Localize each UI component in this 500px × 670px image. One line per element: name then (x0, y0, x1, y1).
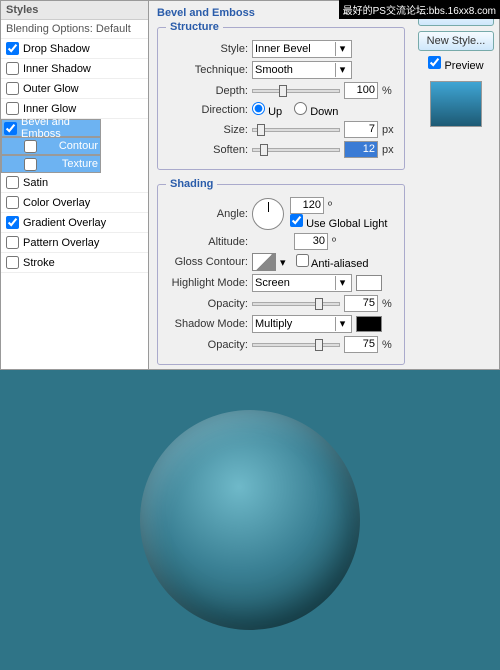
angle-input[interactable]: 120 (290, 197, 324, 214)
sidebar-item-label: Pattern Overlay (23, 237, 99, 249)
direction-up-radio[interactable]: Up (252, 102, 282, 118)
sidebar-item-gradient-overlay[interactable]: Gradient Overlay (1, 213, 148, 233)
style-checkbox[interactable] (6, 236, 19, 249)
style-checkbox[interactable] (6, 82, 19, 95)
size-slider[interactable] (252, 128, 340, 132)
depth-label: Depth: (166, 85, 248, 97)
style-checkbox[interactable] (6, 256, 19, 269)
style-checkbox[interactable] (6, 42, 19, 55)
shadow-mode-label: Shadow Mode: (166, 318, 248, 330)
soften-label: Soften: (166, 144, 248, 156)
sidebar-item-label: Drop Shadow (23, 43, 90, 55)
highlight-mode-select[interactable]: Screen▾ (252, 274, 352, 292)
sidebar-item-label: Stroke (23, 257, 55, 269)
style-checkbox[interactable] (6, 176, 19, 189)
sidebar-item-label: Texture (62, 158, 98, 170)
sidebar-item-outer-glow[interactable]: Outer Glow (1, 79, 148, 99)
sidebar-item-label: Inner Glow (23, 103, 76, 115)
highlight-opacity-input[interactable]: 75 (344, 295, 378, 312)
size-label: Size: (166, 124, 248, 136)
style-checkbox[interactable] (24, 158, 37, 171)
sidebar-item-label: Color Overlay (23, 197, 90, 209)
layer-style-dialog: Styles Blending Options: Default Drop Sh… (0, 0, 500, 370)
highlight-opacity-label: Opacity: (166, 298, 248, 310)
shadow-mode-select[interactable]: Multiply▾ (252, 315, 352, 333)
rendered-sphere (140, 410, 360, 630)
soften-unit: px (382, 144, 396, 156)
sidebar-item-drop-shadow[interactable]: Drop Shadow (1, 39, 148, 59)
preview-checkbox[interactable]: Preview (428, 56, 483, 72)
depth-unit: % (382, 85, 396, 97)
sidebar-item-stroke[interactable]: Stroke (1, 253, 148, 273)
sidebar-item-pattern-overlay[interactable]: Pattern Overlay (1, 233, 148, 253)
size-input[interactable]: 7 (344, 121, 378, 138)
sidebar-item-label: Inner Shadow (23, 63, 91, 75)
soften-input[interactable]: 12 (344, 141, 378, 158)
sidebar-item-color-overlay[interactable]: Color Overlay (1, 193, 148, 213)
preview-swatch (430, 81, 482, 127)
direction-down-radio[interactable]: Down (294, 102, 338, 118)
sidebar-item-inner-shadow[interactable]: Inner Shadow (1, 59, 148, 79)
shading-group: Shading Angle: 120 º Use Global Light Al… (157, 178, 405, 365)
sidebar-item-texture[interactable]: Texture (1, 155, 101, 173)
sidebar-item-bevel-and-emboss[interactable]: Bevel and Emboss (1, 119, 101, 137)
highlight-color-swatch[interactable] (356, 275, 382, 291)
altitude-label: Altitude: (166, 236, 248, 248)
new-style-button[interactable]: New Style... (418, 31, 494, 51)
highlight-mode-label: Highlight Mode: (166, 277, 248, 289)
technique-label: Technique: (166, 64, 248, 76)
sidebar-item-label: Gradient Overlay (23, 217, 106, 229)
chevron-down-icon: ▾ (335, 276, 349, 290)
style-checkbox[interactable] (6, 102, 19, 115)
chevron-down-icon: ▾ (335, 42, 349, 56)
style-select[interactable]: Inner Bevel▾ (252, 40, 352, 58)
use-global-light-checkbox[interactable]: Use Global Light (290, 218, 387, 230)
chevron-down-icon[interactable]: ▾ (280, 256, 286, 269)
sidebar-item-label: Contour (59, 140, 98, 152)
style-checkbox[interactable] (4, 122, 17, 135)
shadow-color-swatch[interactable] (356, 316, 382, 332)
chevron-down-icon: ▾ (335, 317, 349, 331)
anti-aliased-checkbox[interactable]: Anti-aliased (296, 254, 369, 270)
style-checkbox[interactable] (6, 216, 19, 229)
angle-dial[interactable] (252, 198, 284, 230)
chevron-down-icon: ▾ (335, 63, 349, 77)
main-panel: Bevel and Emboss Structure Style: Inner … (149, 1, 413, 369)
style-checkbox[interactable] (6, 62, 19, 75)
sidebar-item-label: Outer Glow (23, 83, 79, 95)
shadow-opacity-label: Opacity: (166, 339, 248, 351)
sidebar-item-label: Satin (23, 177, 48, 189)
shadow-opacity-slider[interactable] (252, 343, 340, 347)
shading-legend: Shading (166, 178, 217, 190)
sidebar-item-label: Bevel and Emboss (21, 116, 98, 140)
canvas-preview (0, 370, 500, 670)
structure-legend: Structure (166, 21, 223, 33)
structure-group: Structure Style: Inner Bevel▾ Technique:… (157, 21, 405, 170)
size-unit: px (382, 124, 396, 136)
watermark-banner: 最好的PS交流论坛:bbs.16xx8.com (339, 0, 500, 19)
angle-label: Angle: (166, 208, 248, 220)
soften-slider[interactable] (252, 148, 340, 152)
sidebar-header[interactable]: Styles (1, 1, 148, 20)
blending-options[interactable]: Blending Options: Default (1, 20, 148, 39)
altitude-input[interactable]: 30 (294, 233, 328, 250)
styles-sidebar: Styles Blending Options: Default Drop Sh… (1, 1, 149, 369)
depth-slider[interactable] (252, 89, 340, 93)
technique-select[interactable]: Smooth▾ (252, 61, 352, 79)
shadow-opacity-input[interactable]: 75 (344, 336, 378, 353)
style-checkbox[interactable] (24, 140, 37, 153)
highlight-opacity-slider[interactable] (252, 302, 340, 306)
style-label: Style: (166, 43, 248, 55)
depth-input[interactable]: 100 (344, 82, 378, 99)
gloss-contour-label: Gloss Contour: (166, 256, 248, 268)
right-panel: Cancel New Style... Preview (413, 1, 499, 369)
gloss-contour-picker[interactable] (252, 253, 276, 271)
sidebar-item-satin[interactable]: Satin (1, 173, 148, 193)
direction-label: Direction: (166, 104, 248, 116)
style-checkbox[interactable] (6, 196, 19, 209)
